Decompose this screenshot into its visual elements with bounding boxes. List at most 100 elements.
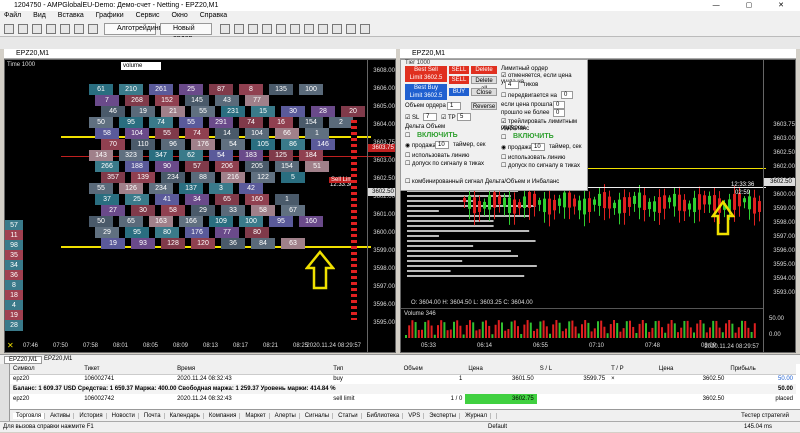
close-button[interactable]: Close — [471, 88, 497, 96]
terminal-tab[interactable]: Сигналы — [301, 413, 334, 419]
terminal-tab[interactable]: Алерты — [271, 413, 300, 419]
footprint-cell: 135 — [269, 84, 293, 95]
delta-use-line[interactable]: ☐ использовать линию — [405, 152, 469, 159]
delta-enable-checkbox[interactable]: ☐ — [405, 132, 410, 139]
price-passed-input[interactable]: 0 — [553, 101, 565, 109]
market-watch-icon[interactable] — [60, 24, 70, 34]
delta-sell-radio[interactable]: ◉ продажа — [405, 142, 436, 149]
delta-sell-input[interactable]: 10 — [435, 141, 449, 149]
imbalance-timer-input[interactable]: 10 — [531, 143, 545, 151]
limit-move-input[interactable]: 0 — [561, 91, 573, 99]
sell-button[interactable]: SELL — [449, 66, 469, 74]
bar-chart-icon[interactable] — [220, 24, 230, 34]
terminal-icon[interactable] — [88, 24, 98, 34]
delete-all-button[interactable]: Delete all — [471, 76, 497, 92]
menu-file[interactable]: Файл — [4, 12, 21, 19]
folder-icon[interactable] — [32, 24, 42, 34]
menu-view[interactable]: Вид — [33, 12, 46, 19]
terminal-tab[interactable]: Новости — [108, 413, 139, 419]
templates-icon[interactable] — [360, 24, 370, 34]
zoom-in-icon[interactable] — [262, 24, 272, 34]
autoscroll-icon[interactable] — [304, 24, 314, 34]
terminal-tab[interactable]: Статьи — [335, 413, 362, 419]
volume-bar — [561, 331, 564, 338]
menu-insert[interactable]: Вставка — [58, 12, 84, 19]
imbalance-enable-checkbox[interactable]: ☐ — [501, 134, 506, 141]
delta-allow-signal[interactable]: ☐ допуск по сигналу в тиках — [405, 160, 484, 167]
tp-checkbox[interactable]: ☑ TP — [441, 114, 456, 121]
imbalance-use-line[interactable]: ☐ использовать линию — [501, 154, 565, 161]
time-passed-input[interactable]: 0 — [553, 109, 565, 117]
algo-trading-button[interactable]: Алготрейдинг — [104, 23, 161, 35]
terminal-tab[interactable]: Компания — [205, 413, 241, 419]
column-header[interactable]: Объем — [400, 364, 466, 375]
best-buy-limit-button[interactable]: Best Buy Limit 3602.5 — [405, 84, 447, 100]
best-sell-limit-button[interactable]: Best Sell Limit 3602.5 — [405, 66, 447, 82]
navigator-icon[interactable] — [74, 24, 84, 34]
menu-charts[interactable]: Графики — [96, 12, 124, 19]
sl-input[interactable]: 7 — [423, 113, 437, 121]
terminal-tab[interactable]: Журнал — [462, 413, 491, 419]
terminal-tab[interactable]: Библиотека — [363, 413, 404, 419]
column-header[interactable]: Время — [174, 364, 331, 375]
terminal-tab[interactable]: Торговля — [13, 413, 46, 419]
chart-tab[interactable]: EPZ20,M1 — [40, 356, 76, 362]
sl-checkbox[interactable]: ☑ SL — [405, 114, 419, 121]
tile-windows-icon[interactable] — [290, 24, 300, 34]
chart-tab[interactable]: EPZ20,M1 — [4, 356, 43, 364]
right-chart-title: EPZ20,M1 — [400, 49, 796, 59]
cell-sl[interactable]: 3599.75 — [537, 374, 608, 384]
cell-tp[interactable] — [608, 394, 656, 404]
tp-input[interactable]: 5 — [457, 113, 471, 121]
crosshair-icon[interactable]: ✕ — [7, 342, 15, 350]
zoom-out-icon[interactable] — [276, 24, 286, 34]
combined-signal-option[interactable]: ☐ комбинированный сигнал Дельта/Объем и … — [405, 178, 559, 185]
indicators-icon[interactable] — [332, 24, 342, 34]
column-header[interactable]: S / L — [536, 364, 609, 375]
column-header[interactable]: Символ — [10, 364, 82, 375]
sell-red-button[interactable]: SELL — [449, 76, 469, 84]
delta-enable-label[interactable]: ВКЛЮЧИТЬ — [417, 132, 458, 139]
imbalance-enable-label[interactable]: ВКЛЮЧИТЬ — [513, 133, 554, 140]
order-volume-input[interactable]: 1 — [447, 102, 461, 110]
terminal-tab[interactable]: Календарь — [166, 413, 204, 419]
buy-button[interactable]: BUY — [449, 88, 469, 96]
column-header[interactable]: Цена — [655, 364, 728, 375]
column-header[interactable]: Цена — [465, 364, 537, 375]
terminal-tab[interactable]: Маркет — [242, 413, 270, 419]
save-icon[interactable] — [46, 24, 56, 34]
window-controls[interactable]: — ▢ ✕ — [713, 0, 796, 11]
new-chart-icon[interactable] — [4, 24, 14, 34]
limit-move-option[interactable]: ☐ передвигается на — [501, 92, 557, 99]
cell-tp[interactable]: × — [608, 374, 656, 384]
menu-tools[interactable]: Сервис — [136, 12, 160, 19]
column-header[interactable]: Прибыль — [727, 364, 796, 375]
terminal-tab[interactable]: Активы — [47, 413, 75, 419]
menu-help[interactable]: Справка — [200, 12, 227, 19]
imbalance-sell-radio[interactable]: ◉ продажа — [501, 144, 532, 151]
new-order-button[interactable]: Новый ордер — [160, 23, 212, 42]
left-chart-area[interactable]: Time 1000 volume 61 210 261 25 87 8 135 100 7 268… — [4, 59, 396, 353]
terminal-tab[interactable]: VPS — [405, 413, 425, 419]
candlestick-icon[interactable] — [234, 24, 244, 34]
limit-cancel-input[interactable]: 4 — [505, 81, 519, 89]
line-chart-icon[interactable] — [248, 24, 258, 34]
left-chart-window[interactable]: EPZ20,M1 Time 1000 volume 61 210 261 25 87 8 1… — [4, 49, 396, 353]
terminal-tab[interactable]: Эксперты — [426, 413, 461, 419]
delete-button[interactable]: Delete — [471, 66, 497, 74]
cell-sl[interactable] — [537, 394, 608, 404]
reverse-button[interactable]: Reverse — [471, 102, 497, 110]
terminal-tab[interactable]: История — [76, 413, 107, 419]
menu-window[interactable]: Окно — [172, 12, 188, 19]
column-header[interactable]: T / P — [608, 364, 656, 375]
chart-shift-icon[interactable] — [318, 24, 328, 34]
footprint-cell: 77 — [215, 227, 239, 238]
column-header[interactable]: Тикет — [81, 364, 175, 375]
terminal-tab[interactable]: Почта — [140, 413, 165, 419]
column-header[interactable]: Тип — [330, 364, 401, 375]
table-row[interactable]: epz20 106002741 2020.11.24 08:32:43 buy … — [10, 374, 796, 384]
imbalance-allow-signal[interactable]: ☐ допуск по сигналу в тиках — [501, 162, 580, 169]
periods-icon[interactable] — [346, 24, 356, 34]
table-row[interactable]: epz20 106002742 2020.11.24 08:32:43 sell… — [10, 394, 796, 404]
profiles-icon[interactable] — [18, 24, 28, 34]
